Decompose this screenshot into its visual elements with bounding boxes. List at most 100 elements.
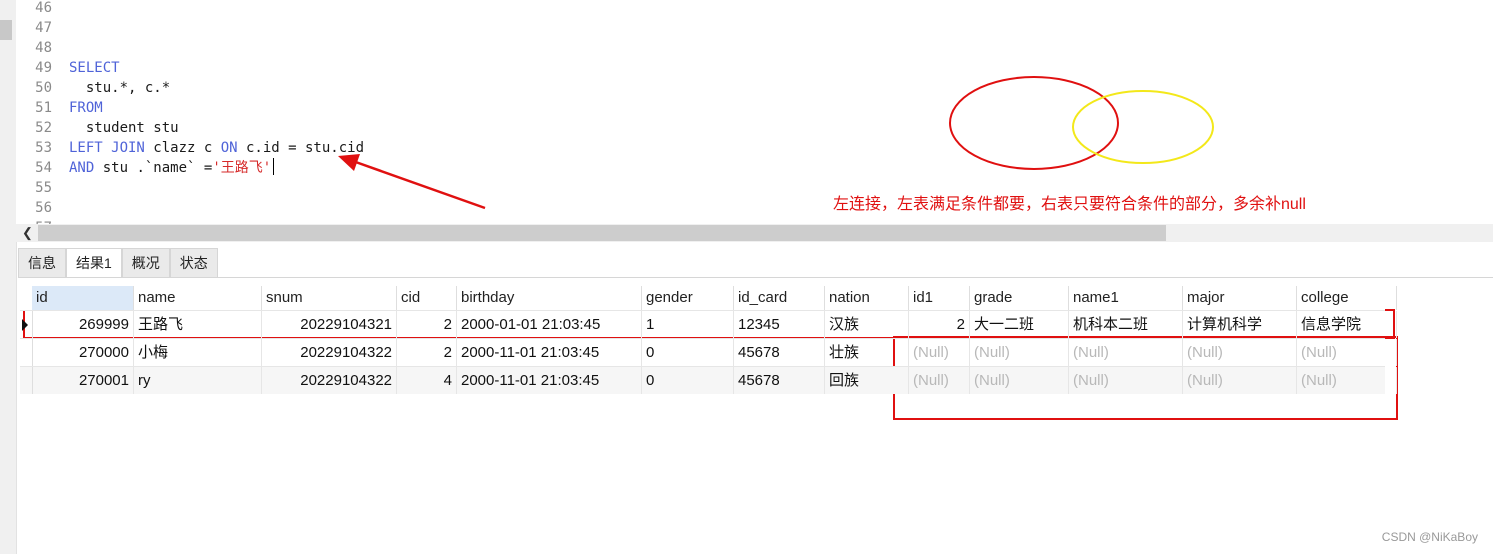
table-row[interactable]: 270000 小梅 20229104322 2 2000-11-01 21:03:45 0…	[20, 338, 1397, 366]
cell-nation[interactable]: 壮族	[825, 339, 909, 366]
sql-text: c.id = stu.cid	[237, 140, 365, 156]
column-header-grade[interactable]: grade	[970, 286, 1069, 310]
cell-birthday[interactable]: 2000-11-01 21:03:45	[457, 367, 642, 394]
column-header-gender[interactable]: gender	[642, 286, 734, 310]
cell-snum[interactable]: 20229104321	[262, 311, 397, 338]
cell-id-card[interactable]: 45678	[734, 339, 825, 366]
cell-cid[interactable]: 2	[397, 339, 457, 366]
tab-info[interactable]: 信息	[18, 248, 66, 277]
cell-nation[interactable]: 回族	[825, 367, 909, 394]
current-row-arrow-icon	[22, 319, 28, 331]
editor-horizontal-scrollbar[interactable]: ❮	[16, 224, 1493, 242]
line-number: 52	[35, 120, 52, 136]
code-line[interactable]: 46	[16, 0, 69, 18]
tabs-divider	[18, 277, 1493, 278]
tab-result1[interactable]: 结果1	[66, 248, 122, 278]
cell-college[interactable]: (Null)	[1297, 339, 1397, 366]
gutter-marker	[0, 20, 12, 40]
result-grid[interactable]: id name snum cid birthday gender id_card nation…	[20, 286, 1397, 394]
tab-overview[interactable]: 概况	[121, 248, 170, 277]
code-line[interactable]: 47	[16, 18, 69, 38]
code-line[interactable]: 51 FROM	[16, 98, 103, 118]
column-header-id-card[interactable]: id_card	[734, 286, 825, 310]
cell-id1[interactable]: (Null)	[909, 339, 970, 366]
table-row[interactable]: 270001 ry 20229104322 4 2000-11-01 21:03:45 0…	[20, 366, 1397, 394]
sql-keyword: ON	[220, 140, 238, 156]
line-number: 47	[35, 20, 52, 36]
column-header-major[interactable]: major	[1183, 286, 1297, 310]
cell-snum[interactable]: 20229104322	[262, 367, 397, 394]
cell-id[interactable]: 269999	[32, 311, 134, 338]
cell-cid[interactable]: 2	[397, 311, 457, 338]
cell-id[interactable]: 270000	[32, 339, 134, 366]
sql-keyword: SELECT	[69, 60, 120, 76]
column-header-snum[interactable]: snum	[262, 286, 397, 310]
cell-nation[interactable]: 汉族	[825, 311, 909, 338]
cell-name1[interactable]: 机科本二班	[1069, 311, 1183, 338]
cell-college[interactable]: (Null)	[1297, 367, 1397, 394]
column-header-name1[interactable]: name1	[1069, 286, 1183, 310]
table-row[interactable]: 269999 王路飞 20229104321 2 2000-01-01 21:03:45…	[20, 310, 1397, 338]
cell-snum[interactable]: 20229104322	[262, 339, 397, 366]
cell-id-card[interactable]: 45678	[734, 367, 825, 394]
cell-name[interactable]: 小梅	[134, 339, 262, 366]
column-header-birthday[interactable]: birthday	[457, 286, 642, 310]
code-line[interactable]: 48	[16, 38, 69, 58]
line-number: 46	[35, 0, 52, 16]
cell-name[interactable]: 王路飞	[134, 311, 262, 338]
cell-name1[interactable]: (Null)	[1069, 367, 1183, 394]
text-cursor	[273, 158, 275, 175]
cell-id1[interactable]: (Null)	[909, 367, 970, 394]
column-header-cid[interactable]: cid	[397, 286, 457, 310]
cell-gender[interactable]: 0	[642, 339, 734, 366]
line-number: 55	[35, 180, 52, 196]
cell-birthday[interactable]: 2000-11-01 21:03:45	[457, 339, 642, 366]
sql-text: stu .`name` =	[94, 160, 213, 176]
cell-major[interactable]: (Null)	[1183, 339, 1297, 366]
scroll-left-icon[interactable]: ❮	[22, 224, 33, 242]
code-line[interactable]: 55	[16, 178, 69, 198]
cell-college[interactable]: 信息学院	[1297, 311, 1397, 338]
code-line[interactable]: 49 SELECT	[16, 58, 120, 78]
code-line[interactable]: 54 AND stu .`name` ='王路飞'	[16, 158, 275, 178]
cell-gender[interactable]: 0	[642, 367, 734, 394]
sql-keyword: LEFT JOIN	[69, 140, 145, 156]
column-header-name[interactable]: name	[134, 286, 262, 310]
watermark: CSDN @NiKaBoy	[1381, 530, 1478, 544]
cell-id[interactable]: 270001	[32, 367, 134, 394]
line-number: 48	[35, 40, 52, 56]
cell-gender[interactable]: 1	[642, 311, 734, 338]
cell-major[interactable]: 计算机科学	[1183, 311, 1297, 338]
cell-grade[interactable]: 大一二班	[970, 311, 1069, 338]
grid-body: 269999 王路飞 20229104321 2 2000-01-01 21:03:45…	[20, 310, 1397, 394]
line-number: 54	[35, 160, 52, 176]
code-line[interactable]: 56	[16, 198, 69, 218]
cell-id1[interactable]: 2	[909, 311, 970, 338]
cell-birthday[interactable]: 2000-01-01 21:03:45	[457, 311, 642, 338]
column-header-college[interactable]: college	[1297, 286, 1397, 310]
annotation-note: 左连接，左表满足条件都要，右表只要符合条件的部分，多余补null	[833, 196, 1306, 213]
sql-text: student stu	[69, 120, 179, 136]
code-line[interactable]: 52 student stu	[16, 118, 179, 138]
cell-name[interactable]: ry	[134, 367, 262, 394]
sql-text: clazz c	[144, 140, 221, 156]
tab-status[interactable]: 状态	[169, 248, 218, 277]
column-header-id[interactable]: id	[32, 286, 134, 310]
line-number: 51	[35, 100, 52, 116]
column-header-nation[interactable]: nation	[825, 286, 909, 310]
result-tabs: 信息 结果1 概况 状态	[18, 248, 218, 278]
line-number: 50	[35, 80, 52, 96]
line-number: 53	[35, 140, 52, 156]
sql-text: stu.*, c.*	[69, 80, 171, 96]
code-line[interactable]: 53 LEFT JOIN clazz c ON c.id = stu.cid	[16, 138, 364, 158]
cell-grade[interactable]: (Null)	[970, 339, 1069, 366]
cell-name1[interactable]: (Null)	[1069, 339, 1183, 366]
code-line[interactable]: 50 stu.*, c.*	[16, 78, 170, 98]
cell-id-card[interactable]: 12345	[734, 311, 825, 338]
cell-major[interactable]: (Null)	[1183, 367, 1297, 394]
line-number: 56	[35, 200, 52, 216]
cell-grade[interactable]: (Null)	[970, 367, 1069, 394]
cell-cid[interactable]: 4	[397, 367, 457, 394]
column-header-id1[interactable]: id1	[909, 286, 970, 310]
scrollbar-thumb[interactable]	[38, 225, 1166, 241]
